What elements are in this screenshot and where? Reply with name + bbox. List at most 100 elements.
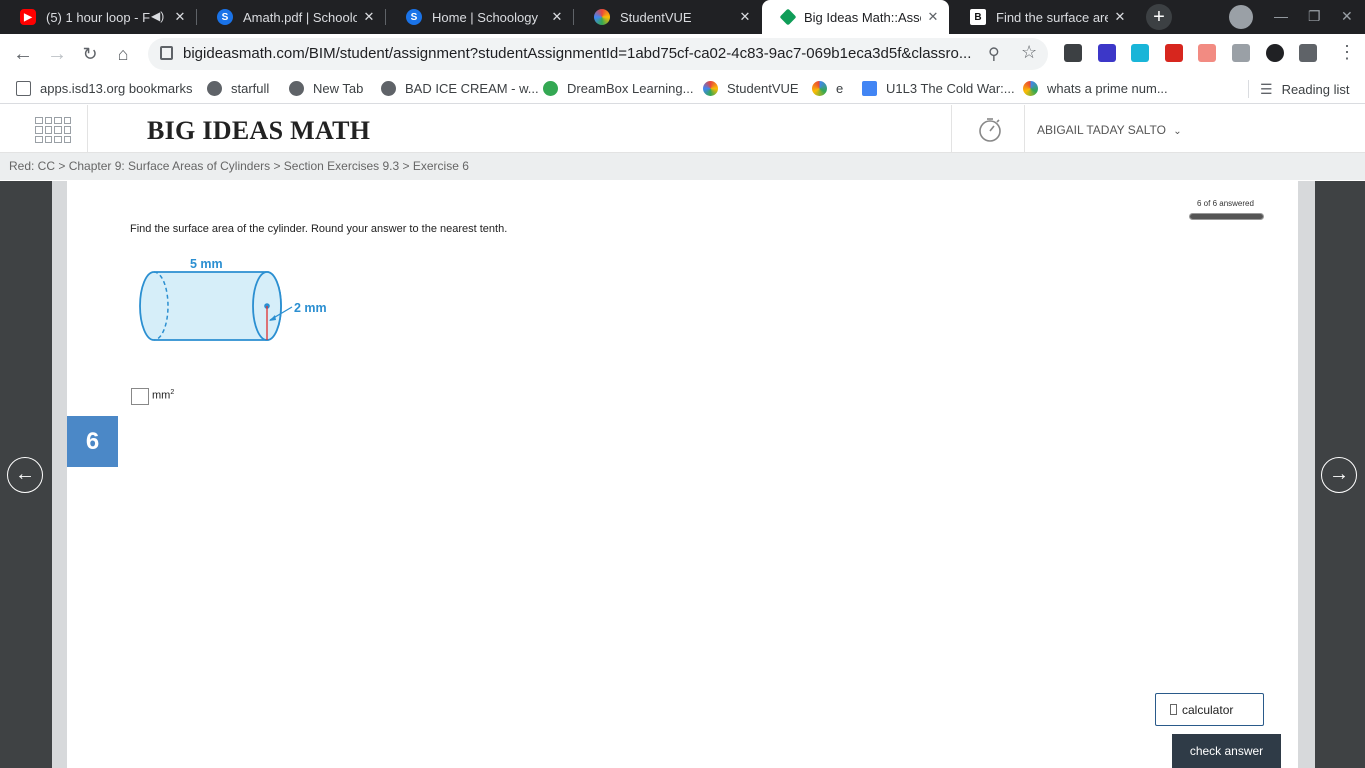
answer-input[interactable] — [131, 388, 149, 405]
bookmark-label: starfull — [231, 81, 270, 96]
tab-big-ideas-math[interactable]: Big Ideas Math::Asse ✕ — [762, 0, 949, 34]
bookmark-u1l3[interactable]: U1L3 The Cold War:... — [862, 81, 1015, 96]
breadcrumb[interactable]: Red: CC > Chapter 9: Surface Areas of Cy… — [9, 159, 469, 173]
window-close-icon[interactable]: ✕ — [1341, 8, 1353, 25]
google-icon — [1023, 81, 1038, 96]
bookmark-label: e — [836, 81, 844, 96]
speaker-icon[interactable]: ◀) — [151, 9, 164, 23]
close-icon[interactable]: ✕ — [361, 9, 377, 25]
close-icon[interactable]: ✕ — [172, 9, 188, 25]
tab-youtube[interactable]: ▶ (5) 1 hour loop - F ◀) ✕ — [0, 0, 196, 34]
tab-search-icon[interactable] — [1229, 5, 1253, 29]
progress-fill — [1190, 214, 1263, 219]
left-gutter — [52, 181, 67, 768]
youtube-icon: ▶ — [20, 9, 36, 25]
bookmark-label: DreamBox Learning... — [567, 81, 694, 96]
timer-icon[interactable] — [978, 117, 1002, 143]
reload-icon[interactable]: ↻ — [78, 42, 102, 66]
globe-icon — [381, 81, 396, 96]
close-icon[interactable]: ✕ — [549, 9, 565, 25]
bookmark-label: BAD ICE CREAM - w... — [405, 81, 539, 96]
next-question-button[interactable]: → — [1321, 457, 1357, 493]
new-tab-button[interactable]: + — [1146, 4, 1172, 30]
bookmark-e[interactable]: e — [812, 81, 843, 96]
home-icon[interactable]: ⌂ — [111, 42, 135, 66]
url-text[interactable]: bigideasmath.com/BIM/student/assignment?… — [183, 45, 971, 62]
bookmark-label: StudentVUE — [727, 81, 799, 96]
tab-strip: ▶ (5) 1 hour loop - F ◀) ✕ S Amath.pdf |… — [0, 0, 1365, 34]
arrow-left-icon: ← — [15, 463, 35, 485]
schoology-icon: S — [406, 9, 422, 25]
zoom-icon[interactable]: ⚲ — [988, 44, 1000, 64]
reading-list-label: Reading list — [1281, 82, 1350, 97]
schoology-icon: S — [217, 9, 233, 25]
bookmark-starfull[interactable]: starfull — [207, 81, 269, 96]
restore-icon[interactable]: ❐ — [1308, 8, 1321, 25]
header-divider — [951, 105, 952, 153]
user-menu[interactable]: ABIGAIL TADAY SALTO ⌄ — [1037, 123, 1182, 137]
google-icon — [812, 81, 827, 96]
answer-unit: mm2 — [152, 389, 174, 402]
tab-schoology-home[interactable]: S Home | Schoology ✕ — [386, 0, 573, 34]
chevron-down-icon: ⌄ — [1173, 126, 1182, 137]
reading-list-button[interactable]: ☰ Reading list — [1260, 81, 1350, 98]
tab-amath[interactable]: S Amath.pdf | Schoolog ✕ — [197, 0, 385, 34]
check-answer-button[interactable]: check answer — [1172, 734, 1281, 768]
globe-icon — [289, 81, 304, 96]
brand-logo: BIG IDEAS MATH — [147, 116, 371, 145]
back-icon[interactable]: ← — [11, 42, 35, 66]
forward-icon[interactable]: → — [45, 42, 69, 66]
unit-base: mm — [152, 389, 171, 402]
bookmark-dreambox[interactable]: DreamBox Learning... — [543, 81, 693, 96]
bookmark-new-tab[interactable]: New Tab — [289, 81, 363, 96]
calculator-label: calculator — [1182, 702, 1234, 717]
menu-kebab-icon[interactable]: ⋮ — [1338, 42, 1356, 63]
header-divider — [87, 105, 88, 153]
extension-red-icon[interactable] — [1165, 44, 1183, 62]
bookmark-label: U1L3 The Cold War:... — [886, 81, 1015, 96]
unit-exponent: 2 — [170, 389, 175, 396]
brainly-icon: B — [970, 9, 986, 25]
extension-c-icon[interactable] — [1098, 44, 1116, 62]
progress-text: 6 of 6 answered — [1197, 199, 1254, 208]
tab-find-surface-area[interactable]: B Find the surface area ✕ — [950, 0, 1136, 34]
user-name: ABIGAIL TADAY SALTO — [1037, 123, 1166, 137]
right-gutter — [1298, 181, 1315, 768]
close-icon[interactable]: ✕ — [1112, 9, 1128, 25]
site-info-icon[interactable] — [160, 46, 173, 60]
bookmark-label: New Tab — [313, 81, 364, 96]
close-icon[interactable]: ✕ — [925, 9, 941, 25]
bookmark-label: apps.isd13.org bookmarks — [40, 81, 193, 96]
extension-play-icon[interactable] — [1198, 44, 1216, 62]
cylinder-figure: 5 mm 2 mm — [139, 257, 327, 341]
extensions-puzzle-icon[interactable] — [1299, 44, 1317, 62]
calculator-button[interactable]: calculator — [1155, 693, 1264, 726]
bookmark-divider — [1248, 80, 1249, 98]
tab-title: Amath.pdf | Schoolog — [243, 9, 357, 25]
power-icon[interactable] — [1266, 44, 1284, 62]
apps-grid-icon[interactable] — [35, 117, 71, 143]
bookmark-star-icon[interactable]: ☆ — [1021, 42, 1037, 63]
bookmark-bad-ice-cream[interactable]: BAD ICE CREAM - w... — [381, 81, 539, 96]
extension-arrows-icon[interactable] — [1131, 44, 1149, 62]
bigideas-icon — [779, 8, 797, 26]
bookmark-prime-number[interactable]: whats a prime num... — [1023, 81, 1168, 96]
extension-camera-icon[interactable] — [1064, 44, 1082, 62]
height-label: 5 mm — [190, 257, 223, 271]
bookmark-studentvue[interactable]: StudentVUE — [703, 81, 799, 96]
studentvue-icon — [594, 9, 610, 25]
folder-icon — [16, 81, 31, 96]
docs-icon — [862, 81, 877, 96]
close-icon[interactable]: ✕ — [737, 9, 753, 25]
minimize-icon[interactable]: — — [1274, 8, 1288, 24]
reading-list-icon: ☰ — [1260, 81, 1273, 97]
bookmark-apps[interactable]: apps.isd13.org bookmarks — [16, 81, 192, 96]
extension-gray-icon[interactable] — [1232, 44, 1250, 62]
tab-title: Find the surface area — [996, 9, 1108, 25]
radius-label: 2 mm — [294, 301, 327, 315]
question-text: Find the surface area of the cylinder. R… — [130, 223, 508, 235]
dreambox-icon — [543, 81, 558, 96]
tab-title: Big Ideas Math::Asse — [804, 9, 921, 25]
previous-question-button[interactable]: ← — [7, 457, 43, 493]
tab-studentvue[interactable]: StudentVUE ✕ — [574, 0, 761, 34]
